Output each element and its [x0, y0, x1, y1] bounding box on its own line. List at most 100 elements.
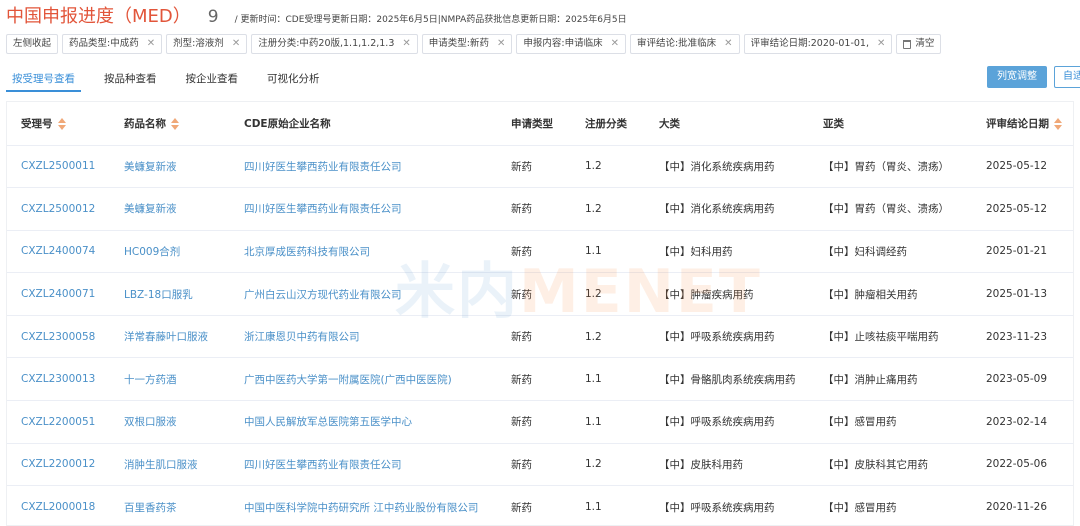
acceptance-number-link[interactable]: CXZL2500011 [21, 145, 124, 189]
close-icon[interactable]: ✕ [724, 35, 732, 53]
column-header-drug-name[interactable]: 药品名称 [124, 102, 244, 146]
registration-class: 1.1 [585, 230, 659, 274]
application-type: 新药 [511, 272, 585, 316]
close-icon[interactable]: ✕ [497, 35, 505, 53]
review-date: 2023-02-14 [986, 400, 1073, 444]
acceptance-number-link[interactable]: CXZL2400074 [21, 230, 124, 274]
subcategory: 【中】感冒用药 [823, 400, 986, 444]
sort-icon[interactable] [1054, 117, 1062, 130]
registration-class: 1.2 [585, 443, 659, 487]
auto-fit-button[interactable]: 自适应 [1054, 66, 1080, 88]
filter-chip-review-conclusion[interactable]: 审评结论:批准临床 ✕ [629, 34, 740, 54]
drug-name-link[interactable]: LBZ-18口服乳 [124, 272, 244, 316]
company-link[interactable]: 中国中医科学院中药研究所 江中药业股份有限公司 [244, 485, 511, 525]
column-header-acceptance-number[interactable]: 受理号 [21, 102, 124, 146]
filter-chip-registration-class[interactable]: 注册分类:中药20版,1.1,1.2,1.3 ✕ [251, 34, 418, 54]
category: 【中】呼吸系统疾病用药 [659, 400, 823, 444]
drug-name-link[interactable]: 消肿生肌口服液 [124, 443, 244, 487]
subcategory: 【中】胃药（胃炎、溃疡） [823, 145, 986, 189]
sort-icon[interactable] [57, 117, 66, 130]
filter-chip-submission-content[interactable]: 申报内容:申请临床 ✕ [516, 34, 626, 54]
company-link[interactable]: 四川好医生攀西药业有限责任公司 [244, 145, 511, 189]
drug-name-link[interactable]: 美蠊复新液 [124, 145, 244, 189]
acceptance-number-link[interactable]: CXZL2400071 [21, 272, 124, 316]
filter-chip-application-type[interactable]: 申请类型:新药 ✕ [421, 34, 513, 54]
drug-name-link[interactable]: 双根口服液 [124, 400, 244, 444]
results-table: 受理号 药品名称 CDE原始企业名称 申请类型 注册分类 大类 亚类 评审结论日… [6, 101, 1074, 526]
column-header-subcategory: 亚类 [823, 102, 986, 146]
company-link[interactable]: 浙江康恩贝中药有限公司 [244, 315, 511, 359]
acceptance-number-link[interactable]: CXZL2200051 [21, 400, 124, 444]
close-icon[interactable]: ✕ [147, 35, 155, 53]
update-info: / 更新时间：CDE受理号更新日期：2025年6月5日|NMPA药品获批信息更新… [234, 15, 627, 25]
category: 【中】骨骼肌肉系统疾病用药 [659, 357, 823, 402]
application-type: 新药 [511, 187, 585, 231]
application-type: 新药 [511, 485, 585, 525]
table-row[interactable]: CXZL2400074 HC009合剂 北京厚成医药科技有限公司 新药 1.1 【中】妇科… [7, 230, 1073, 274]
registration-class: 1.2 [585, 187, 659, 231]
tab-by-acceptance-number[interactable]: 按受理号查看 [6, 70, 81, 92]
column-header-review-date[interactable]: 评审结论日期 [986, 102, 1073, 146]
company-link[interactable]: 广州白云山汉方现代药业有限公司 [244, 272, 511, 316]
review-date: 2023-05-09 [986, 357, 1073, 402]
column-width-button[interactable]: 列宽调整 [987, 66, 1047, 88]
acceptance-number-link[interactable]: CXZL2300013 [21, 357, 124, 402]
column-header-company: CDE原始企业名称 [244, 102, 511, 146]
close-icon[interactable]: ✕ [232, 35, 240, 53]
table-row[interactable]: CXZL2000018 百里香药茶 中国中医科学院中药研究所 江中药业股份有限公司新… [7, 485, 1073, 525]
table-row[interactable]: CXZL2300013 十一方药酒 广西中医药大学第一附属医院(广西中医医院) 新药 1… [7, 357, 1073, 402]
subcategory: 【中】妇科调经药 [823, 230, 986, 274]
application-type: 新药 [511, 315, 585, 359]
review-date: 2025-05-12 [986, 145, 1073, 189]
drug-name-link[interactable]: HC009合剂 [124, 230, 244, 274]
filter-chip-dosage-form[interactable]: 剂型:溶液剂 ✕ [166, 34, 248, 54]
drug-name-link[interactable]: 十一方药酒 [124, 357, 244, 402]
close-icon[interactable]: ✕ [611, 35, 619, 53]
registration-class: 1.2 [585, 315, 659, 359]
table-row[interactable]: CXZL2200012 消肿生肌口服液 四川好医生攀西药业有限责任公司 新药 1.2 【中… [7, 443, 1073, 487]
category: 【中】消化系统疾病用药 [659, 187, 823, 231]
subcategory: 【中】感冒用药 [823, 485, 986, 525]
table-row[interactable]: CXZL2500012 美蠊复新液 四川好医生攀西药业有限责任公司 新药 1.2 【中】消… [7, 187, 1073, 231]
company-link[interactable]: 四川好医生攀西药业有限责任公司 [244, 187, 511, 231]
tab-by-company[interactable]: 按企业查看 [180, 70, 245, 92]
company-link[interactable]: 中国人民解放军总医院第五医学中心 [244, 400, 511, 444]
filter-chip-drug-type[interactable]: 药品类型:中成药 ✕ [62, 34, 163, 54]
drug-name-link[interactable]: 美蠊复新液 [124, 187, 244, 231]
tab-by-product[interactable]: 按品种查看 [98, 70, 163, 92]
filter-chip-review-date[interactable]: 评审结论日期:2020-01-01, ✕ [743, 34, 893, 54]
table-header-row: 受理号 药品名称 CDE原始企业名称 申请类型 注册分类 大类 亚类 评审结论日… [7, 102, 1073, 146]
clear-filters-button[interactable]: 清空 [896, 34, 942, 54]
acceptance-number-link[interactable]: CXZL2200012 [21, 443, 124, 487]
collapse-sidebar-button[interactable]: 左侧收起 [6, 34, 59, 54]
close-icon[interactable]: ✕ [402, 35, 410, 53]
column-header-registration-class: 注册分类 [585, 102, 659, 146]
application-type: 新药 [511, 443, 585, 487]
sort-icon[interactable] [171, 117, 179, 130]
close-icon[interactable]: ✕ [877, 35, 885, 53]
acceptance-number-link[interactable]: CXZL2300058 [21, 315, 124, 359]
category: 【中】妇科用药 [659, 230, 823, 274]
registration-class: 1.1 [585, 400, 659, 444]
acceptance-number-link[interactable]: CXZL2500012 [21, 187, 124, 231]
table-row[interactable]: CXZL2200051 双根口服液 中国人民解放军总医院第五医学中心 新药 1.1 【中】… [7, 400, 1073, 444]
filter-bar: 左侧收起 药品类型:中成药 ✕ 剂型:溶液剂 ✕ 注册分类:中药20版,1.1,1.… [6, 34, 942, 54]
trash-icon [903, 39, 912, 49]
drug-name-link[interactable]: 百里香药茶 [124, 485, 244, 525]
application-type: 新药 [511, 357, 585, 402]
application-type: 新药 [511, 400, 585, 444]
acceptance-number-link[interactable]: CXZL2000018 [21, 485, 124, 525]
table-row[interactable]: CXZL2400071 LBZ-18口服乳 广州白云山汉方现代药业有限公司 新药 1.2… [7, 272, 1073, 316]
table-row[interactable]: CXZL2500011 美蠊复新液 四川好医生攀西药业有限责任公司 新药 1.2 【中】消… [7, 145, 1073, 189]
subcategory: 【中】消肿止痛用药 [823, 357, 986, 402]
company-link[interactable]: 北京厚成医药科技有限公司 [244, 230, 511, 274]
drug-name-link[interactable]: 洋常春藤叶口服液 [124, 315, 244, 359]
column-header-category: 大类 [659, 102, 823, 146]
company-link[interactable]: 广西中医药大学第一附属医院(广西中医医院) [244, 357, 511, 402]
page-header: 中国申报进度（MED） 9 / 更新时间：CDE受理号更新日期：2025年6月5… [6, 2, 627, 28]
review-date: 2022-05-06 [986, 443, 1073, 487]
table-row[interactable]: CXZL2300058 洋常春藤叶口服液 浙江康恩贝中药有限公司 新药 1.2 【中】呼吸… [7, 315, 1073, 359]
tab-visual-analysis[interactable]: 可视化分析 [261, 70, 326, 92]
category: 【中】呼吸系统疾病用药 [659, 315, 823, 359]
company-link[interactable]: 四川好医生攀西药业有限责任公司 [244, 443, 511, 487]
